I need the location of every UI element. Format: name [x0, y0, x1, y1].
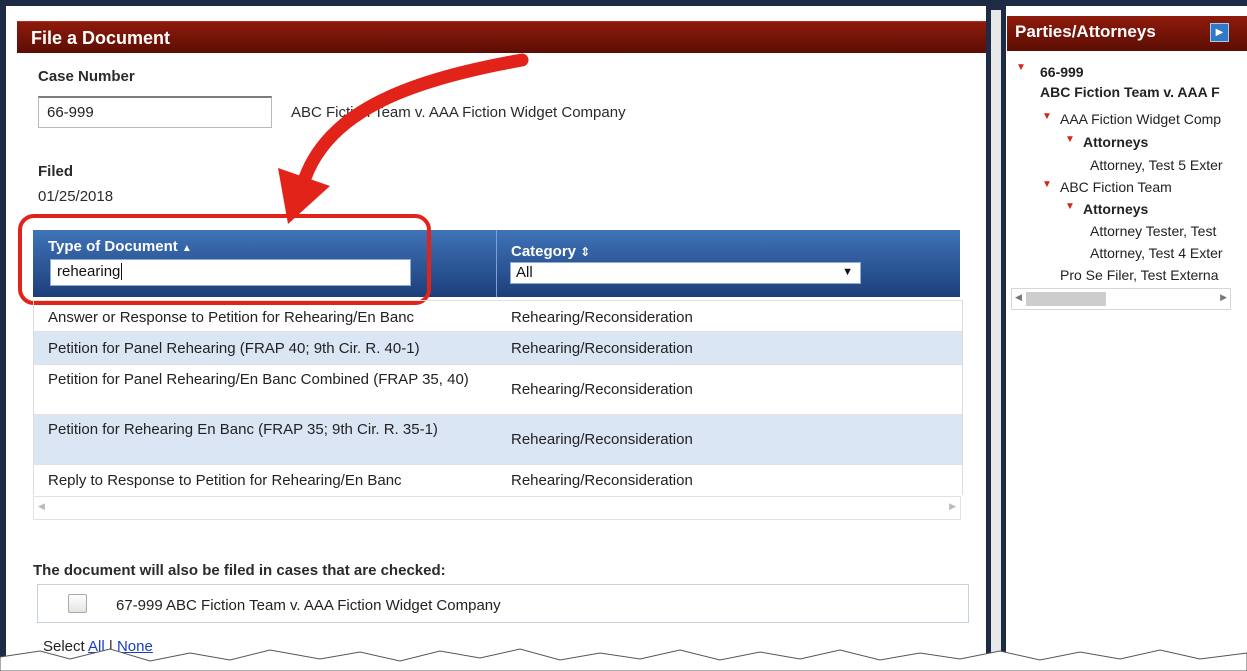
scroll-thumb[interactable] — [1026, 292, 1106, 306]
also-filed-case-text: 67-999 ABC Fiction Team v. AAA Fiction W… — [116, 597, 501, 614]
tree-party-2[interactable]: ABC Fiction Team — [1060, 179, 1172, 195]
scroll-left-icon[interactable]: ◀ — [38, 501, 45, 512]
row-type: Reply to Response to Petition for Rehear… — [48, 472, 402, 489]
category-label: Category — [511, 243, 577, 260]
grid-horizontal-scrollbar[interactable]: ◀ ▶ — [33, 496, 961, 520]
table-row[interactable]: Answer or Response to Petition for Rehea… — [34, 300, 962, 331]
table-row[interactable]: Petition for Panel Rehearing (FRAP 40; 9… — [34, 331, 962, 364]
case-name-text: ABC Fiction Team v. AAA Fiction Widget C… — [291, 104, 626, 121]
torn-edge-decoration — [0, 648, 1247, 671]
tree-case-number: 66-999 — [1040, 64, 1084, 80]
case-number-input[interactable]: 66-999 — [38, 96, 272, 128]
table-row[interactable]: Petition for Panel Rehearing/En Banc Com… — [34, 364, 962, 414]
filed-date: 01/25/2018 — [38, 188, 114, 205]
row-category: Rehearing/Reconsideration — [511, 472, 693, 489]
also-filed-checkbox[interactable] — [68, 594, 87, 613]
tree-party-1[interactable]: AAA Fiction Widget Comp — [1060, 111, 1221, 127]
also-filed-label: The document will also be filed in cases… — [33, 562, 446, 579]
row-type: Petition for Panel Rehearing (FRAP 40; 9… — [48, 340, 420, 357]
row-category: Rehearing/Reconsideration — [511, 340, 693, 357]
file-document-header: File a Document — [17, 21, 986, 53]
chevron-down-icon: ▼ — [842, 266, 853, 278]
column-divider — [496, 230, 497, 297]
expand-triangle-icon[interactable]: ▼ — [1042, 179, 1052, 190]
tree-attorney[interactable]: Attorney, Test 5 Exter — [1090, 157, 1223, 173]
tree-case-name: ABC Fiction Team v. AAA F — [1040, 84, 1220, 100]
page-title: File a Document — [31, 28, 171, 48]
annotation-highlight-box — [18, 214, 431, 305]
window-frame-top — [0, 0, 1247, 6]
side-panel-title: Parties/Attorneys — [1015, 22, 1156, 41]
tree-attorneys-1: Attorneys — [1083, 134, 1149, 150]
collapse-right-icon[interactable]: ▶ — [1210, 23, 1229, 42]
also-filed-case-list: 67-999 ABC Fiction Team v. AAA Fiction W… — [37, 584, 969, 623]
filed-label: Filed — [38, 163, 74, 180]
side-horizontal-scrollbar[interactable]: ◀ ▶ — [1011, 288, 1231, 310]
tree-attorney[interactable]: Attorney, Test 4 Exter — [1090, 245, 1223, 261]
case-number-value: 66-999 — [47, 104, 94, 121]
sort-both-icon: ⇕ — [580, 245, 591, 259]
column-header-category[interactable]: Category ⇕ — [511, 243, 590, 260]
expand-triangle-icon[interactable]: ▼ — [1065, 201, 1075, 212]
window-frame-left — [0, 0, 6, 671]
parties-tree: ▼ 66-999 ABC Fiction Team v. AAA F ▼ AAA… — [1010, 60, 1242, 288]
case-number-label: Case Number — [38, 68, 135, 85]
row-category: Rehearing/Reconsideration — [511, 381, 693, 398]
expand-triangle-icon[interactable]: ▼ — [1042, 111, 1052, 122]
scroll-right-icon[interactable]: ▶ — [949, 501, 956, 512]
expand-triangle-icon[interactable]: ▼ — [1065, 134, 1075, 145]
category-selected-value: All — [516, 264, 533, 281]
row-type: Petition for Rehearing En Banc (FRAP 35;… — [48, 421, 438, 438]
row-type: Answer or Response to Petition for Rehea… — [48, 309, 415, 326]
category-filter-select[interactable]: All ▼ — [510, 262, 861, 284]
expand-triangle-icon[interactable]: ▼ — [1016, 62, 1026, 73]
scroll-left-icon[interactable]: ◀ — [1015, 292, 1022, 303]
table-row[interactable]: Reply to Response to Petition for Rehear… — [34, 464, 962, 495]
tree-attorneys-2: Attorneys — [1083, 201, 1149, 217]
table-row[interactable]: Petition for Rehearing En Banc (FRAP 35;… — [34, 414, 962, 464]
tree-attorney[interactable]: Attorney Tester, Test — [1090, 223, 1216, 239]
row-category: Rehearing/Reconsideration — [511, 431, 693, 448]
panel-divider-inner — [991, 10, 1001, 671]
document-grid-body: Answer or Response to Petition for Rehea… — [33, 300, 963, 495]
tree-pro-se-filer[interactable]: Pro Se Filer, Test Externa — [1060, 267, 1218, 283]
row-type: Petition for Panel Rehearing/En Banc Com… — [48, 371, 469, 388]
scroll-right-icon[interactable]: ▶ — [1220, 292, 1227, 303]
row-category: Rehearing/Reconsideration — [511, 309, 693, 326]
